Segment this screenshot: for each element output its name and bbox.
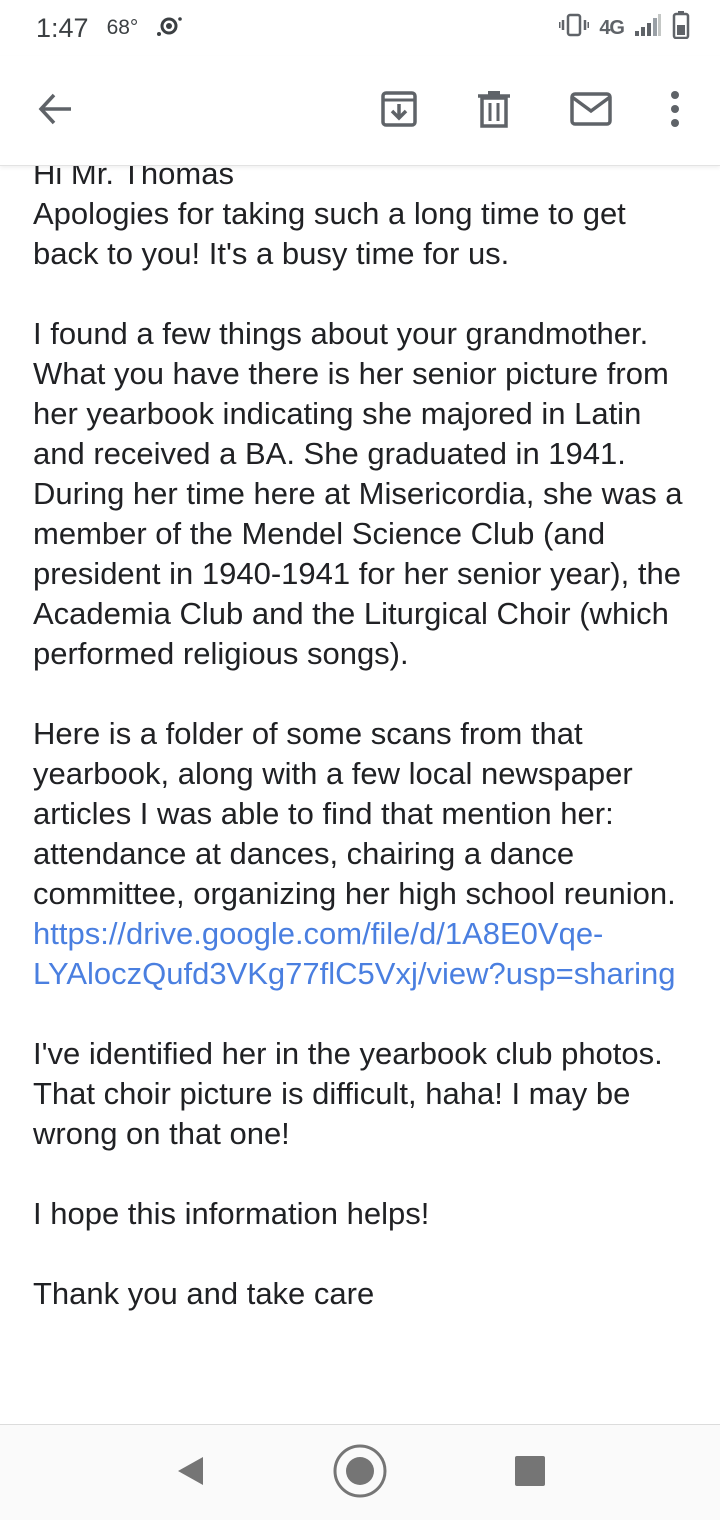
- weather-icon: [156, 13, 183, 44]
- email-body-scroll[interactable]: Hi Mr. Thomas Apologies for taking such …: [0, 166, 720, 1424]
- status-left: 1:47 68°: [36, 12, 183, 44]
- mark-unread-icon: [569, 91, 613, 132]
- email-toolbar: [0, 56, 720, 166]
- nav-back-button[interactable]: [160, 1443, 220, 1503]
- greeting-line: Hi Mr. Thomas: [33, 166, 234, 191]
- body-paragraph: I've identified her in the yearbook club…: [33, 1036, 663, 1151]
- body-paragraph: I hope this information helps!: [33, 1196, 430, 1231]
- battery-icon: [672, 10, 690, 46]
- closing-line: Thank you and take care: [33, 1276, 375, 1311]
- delete-button[interactable]: [459, 76, 529, 146]
- network-type-label: 4G: [599, 16, 625, 39]
- back-arrow-icon: [35, 89, 75, 134]
- status-temperature: 68°: [106, 16, 139, 39]
- vibrate-icon: [558, 13, 590, 44]
- back-button[interactable]: [20, 76, 90, 146]
- archive-button[interactable]: [364, 76, 434, 146]
- more-options-button[interactable]: [640, 76, 710, 146]
- nav-recents-button[interactable]: [500, 1443, 560, 1503]
- home-circle-icon: [331, 1442, 389, 1505]
- nav-home-button[interactable]: [330, 1443, 390, 1503]
- body-paragraph: I found a few things about your grandmot…: [33, 316, 669, 471]
- signal-icon: [634, 13, 662, 44]
- square-recents-icon: [513, 1454, 547, 1493]
- body-paragraph: Apologies for taking such a long time to…: [33, 196, 626, 271]
- email-screen: 1:47 68° 4G Hi Mr. Thomas Apologies for …: [0, 0, 720, 1520]
- body-paragraph-with-link: Here is a folder of some scans from that…: [33, 714, 693, 994]
- body-text-span: Here is a folder of some scans from that…: [33, 716, 676, 911]
- system-nav-bar: [0, 1424, 720, 1520]
- status-time: 1:47: [36, 12, 89, 43]
- body-paragraph: During her time here at Misericordia, sh…: [33, 476, 683, 671]
- delete-icon: [474, 89, 514, 134]
- archive-icon: [379, 89, 419, 134]
- mark-unread-button[interactable]: [556, 76, 626, 146]
- email-body: Hi Mr. Thomas Apologies for taking such …: [33, 166, 693, 1314]
- status-right: 4G: [558, 10, 690, 46]
- triangle-back-icon: [173, 1454, 207, 1493]
- more-options-icon: [669, 89, 681, 134]
- drive-link[interactable]: https://drive.google.com/file/d/1A8E0Vqe…: [33, 916, 675, 991]
- status-bar: 1:47 68° 4G: [0, 0, 720, 56]
